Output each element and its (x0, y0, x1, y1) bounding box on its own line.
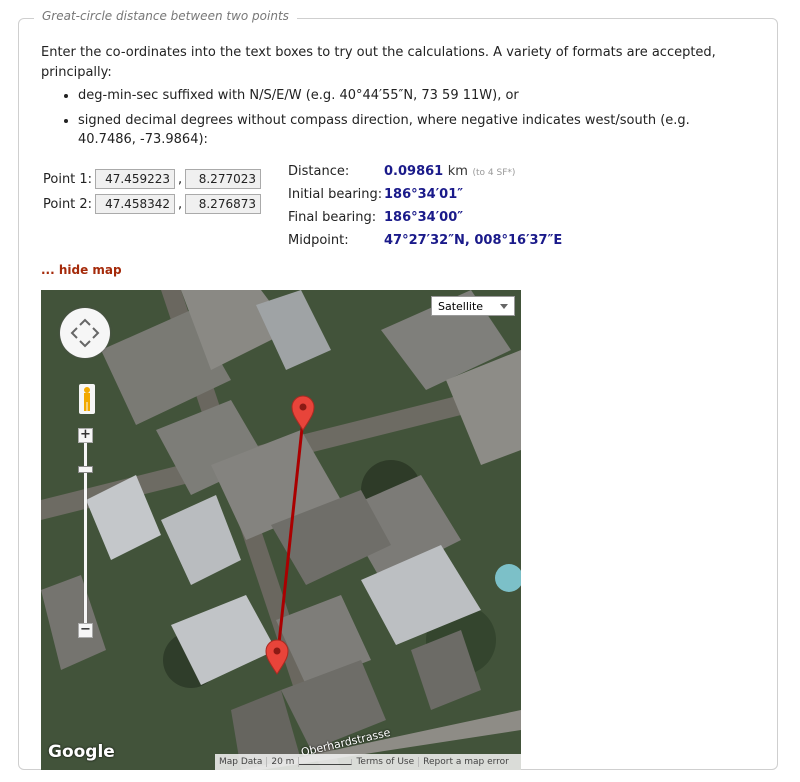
initial-bearing-value: 186°34′01″ (384, 187, 464, 202)
initial-bearing-label: Initial bearing: (288, 187, 383, 202)
point2-label: Point 2: (43, 197, 93, 212)
zoom-out-button[interactable]: − (78, 623, 93, 638)
midpoint-value: 47°27′32″N, 008°16′37″E (384, 233, 563, 248)
chevron-down-icon (500, 304, 508, 309)
format-item-dms: deg-min-sec suffixed with N/S/E/W (e.g. … (78, 86, 718, 105)
terms-of-use-link[interactable]: Terms of Use (352, 757, 420, 767)
distance-unit: km (447, 164, 468, 179)
satellite-map[interactable]: Satellite + − Oberhardstrasse Google Map… (41, 290, 521, 770)
map-data-link[interactable]: Map Data (215, 757, 268, 767)
map-type-dropdown[interactable]: Satellite (431, 296, 515, 316)
report-map-error-link[interactable]: Report a map error (419, 757, 513, 767)
zoom-slider-thumb[interactable] (78, 466, 93, 473)
point1-lon-input[interactable] (185, 169, 261, 189)
distance-value: 0.09861 (384, 164, 444, 179)
scale-bar (299, 759, 353, 765)
pegman-icon[interactable] (79, 384, 95, 414)
distance-result: 0.09861 km (to 4 SF*) (384, 164, 515, 179)
pan-arrows-icon (70, 318, 100, 348)
formats-list: deg-min-sec suffixed with N/S/E/W (e.g. … (60, 86, 718, 155)
distance-note: (to 4 SF*) (472, 168, 516, 178)
midpoint-label: Midpoint: (288, 233, 349, 248)
point2-lon-input[interactable] (185, 194, 261, 214)
hide-map-link[interactable]: ... hide map (41, 263, 122, 277)
zoom-slider-track[interactable] (84, 435, 87, 630)
distance-label: Distance: (288, 164, 350, 179)
section-legend: Great-circle distance between two points (34, 9, 297, 23)
final-bearing-value: 186°34′00″ (384, 210, 464, 225)
map-attribution-bar: Map Data 20 m Terms of Use Report a map … (215, 754, 521, 770)
point2-comma: , (178, 197, 183, 212)
map-type-label: Satellite (438, 300, 484, 313)
zoom-in-button[interactable]: + (78, 428, 93, 443)
point1-label: Point 1: (43, 172, 93, 187)
point1-comma: , (178, 172, 183, 187)
final-bearing-label: Final bearing: (288, 210, 377, 225)
google-logo[interactable]: Google (48, 742, 115, 762)
point1-lat-input[interactable] (95, 169, 175, 189)
satellite-imagery (41, 290, 521, 770)
map-scale: 20 m (267, 757, 300, 767)
format-item-decimal: signed decimal degrees without compass d… (78, 111, 718, 149)
pan-control[interactable] (60, 308, 110, 358)
intro-text: Enter the co-ordinates into the text box… (41, 45, 716, 80)
point2-lat-input[interactable] (95, 194, 175, 214)
